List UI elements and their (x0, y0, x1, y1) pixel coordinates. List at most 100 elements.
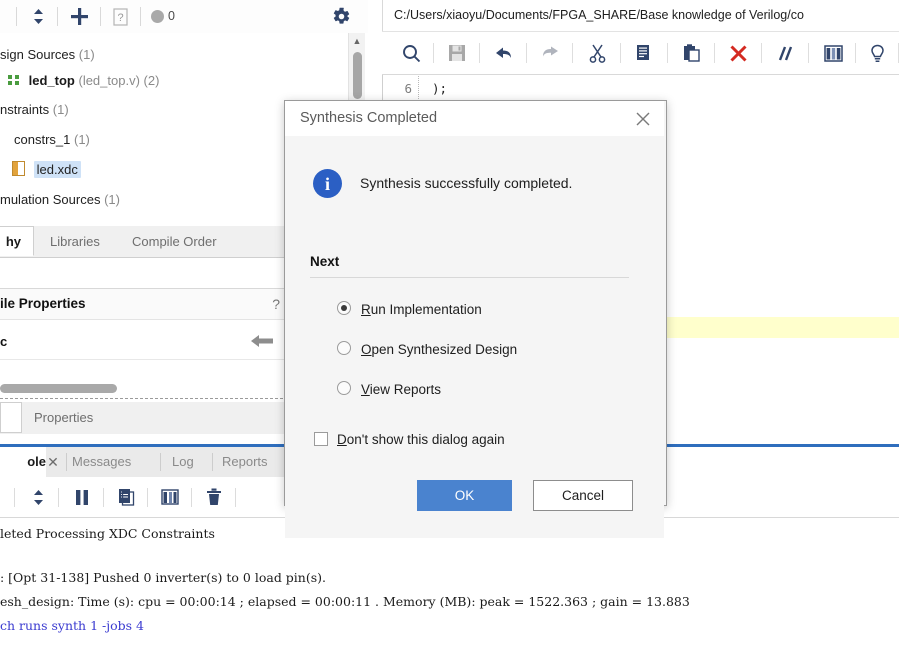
mnemonic-letter: R (361, 302, 371, 317)
tree-row[interactable]: nstraints (1) (0, 99, 69, 121)
tab-label: Reports (222, 454, 268, 469)
radio-indicator[interactable] (337, 341, 351, 355)
sources-toolbar: ? 0 (0, 0, 368, 34)
copy-icon[interactable] (108, 477, 144, 517)
svg-text:?: ? (117, 12, 123, 24)
tab-label: Log (172, 454, 194, 469)
collapse-expand-icon[interactable] (22, 0, 54, 33)
close-icon[interactable]: ✕ (44, 447, 62, 477)
console-log-line: : [Opt 31-138] Pushed 0 inverter(s) to 0… (0, 570, 326, 585)
comment-icon[interactable] (766, 32, 804, 74)
tree-item-label: constrs_1 (14, 132, 71, 147)
synthesis-completed-dialog: Synthesis Completed i Synthesis successf… (284, 100, 667, 538)
tree-row[interactable]: mulation Sources (1) (0, 189, 120, 211)
help-icon[interactable]: ? (272, 289, 280, 319)
checkbox-label: Don't show this dialog again (337, 430, 505, 450)
radio-label: Run Implementation (361, 300, 482, 320)
radio-indicator[interactable] (337, 381, 351, 395)
dialog-title-bar: Synthesis Completed (285, 101, 664, 137)
tree-item-label: mulation Sources (0, 192, 101, 207)
label-rest: pen Synthesized Design (371, 342, 518, 357)
label-rest: on't show this dialog again (346, 432, 505, 447)
save-icon[interactable] (438, 32, 476, 74)
copy-icon[interactable] (625, 32, 663, 74)
tab-label: Messages (72, 454, 132, 469)
cancel-button[interactable]: Cancel (533, 480, 633, 511)
search-icon[interactable] (392, 32, 430, 74)
dialog-message: Synthesis successfully completed. (360, 175, 573, 191)
help-document-icon[interactable]: ? (105, 0, 135, 33)
tab-compile-order[interactable]: Compile Order (120, 226, 229, 257)
editor-toolbar (382, 31, 899, 75)
checkbox-indicator[interactable] (314, 432, 328, 446)
paste-icon[interactable] (672, 32, 710, 74)
tab-strip-stub (0, 402, 22, 433)
mnemonic-letter: O (361, 342, 372, 357)
dialog-body: i Synthesis successfully completed. Next… (285, 136, 664, 538)
tree-item-label: led.xdc (33, 161, 81, 178)
tab-label: Compile Order (132, 234, 217, 249)
settings-gear-icon[interactable] (325, 0, 357, 33)
tree-item-filename: (led_top.v) (78, 73, 140, 88)
radio-indicator[interactable] (337, 301, 351, 315)
scroll-up-icon[interactable]: ▲ (349, 33, 365, 49)
clear-trash-icon[interactable] (196, 477, 232, 517)
tab-properties[interactable]: Properties (22, 402, 105, 433)
cut-icon[interactable] (578, 32, 616, 74)
xdc-file-icon (12, 161, 25, 176)
tree-row[interactable]: sign Sources (1) (0, 44, 95, 66)
tab-tcl-console[interactable]: ole (0, 447, 46, 477)
tree-item-label: led_top (28, 73, 75, 88)
tab-hierarchy[interactable]: hy (0, 226, 34, 256)
table-icon[interactable] (152, 477, 188, 517)
tab-messages[interactable]: Messages (72, 447, 131, 477)
console-log-line: esh_design: Time (s): cpu = 00:00:14 ; e… (0, 594, 690, 609)
radio-label: View Reports (361, 380, 441, 400)
radio-label: Open Synthesized Design (361, 340, 517, 360)
collapse-expand-icon[interactable] (20, 477, 56, 517)
editor-path-bar: C:/Users/xiaoyu/Documents/FPGA_SHARE/Bas… (382, 0, 899, 31)
redo-icon[interactable] (531, 32, 569, 74)
label-rest: iew Reports (369, 382, 442, 397)
tree-row[interactable]: led.xdc (0, 159, 81, 181)
console-log-line: ch runs synth 1 -jobs 4 (0, 618, 144, 633)
section-divider (310, 277, 629, 278)
undo-icon[interactable] (484, 32, 522, 74)
console-log-line: leted Processing XDC Constraints (0, 526, 215, 541)
bulb-icon[interactable] (860, 32, 894, 74)
mnemonic-letter: V (361, 382, 370, 397)
close-icon[interactable] (630, 107, 656, 131)
mnemonic-letter: D (337, 432, 347, 447)
columns-icon[interactable] (814, 32, 852, 74)
tab-label: hy (5, 234, 21, 249)
tab-label: Libraries (50, 234, 100, 249)
tab-reports[interactable]: Reports (222, 447, 268, 477)
tree-item-count: (1) (78, 47, 95, 62)
file-path-label: C:/Users/xiaoyu/Documents/FPGA_SHARE/Bas… (394, 8, 804, 22)
ok-button[interactable]: OK (417, 480, 512, 511)
code-line: ); (432, 81, 448, 96)
tree-row[interactable]: constrs_1 (1) (0, 129, 90, 151)
message-count-icon[interactable] (148, 0, 166, 33)
scrollbar-thumb[interactable] (0, 384, 117, 393)
tab-log[interactable]: Log (172, 447, 194, 477)
message-count-label: 0 (168, 9, 175, 23)
tree-item-count: (1) (52, 102, 69, 117)
scrollbar-thumb[interactable] (353, 52, 362, 99)
tab-libraries[interactable]: Libraries (38, 226, 112, 257)
tree-item-count: (1) (104, 192, 120, 207)
tree-row[interactable]: led_top (led_top.v) (2) (0, 70, 159, 92)
module-icon (8, 75, 20, 86)
tree-item-label: sign Sources (0, 47, 76, 62)
dialog-title: Synthesis Completed (300, 110, 438, 126)
file-name-value: c (0, 334, 8, 349)
back-arrow-icon[interactable] (249, 332, 275, 350)
info-letter: i (324, 173, 330, 194)
delete-icon[interactable] (719, 32, 757, 74)
pause-icon[interactable] (64, 477, 100, 517)
tree-item-label: nstraints (0, 102, 50, 117)
panel-title: ile Properties (0, 296, 86, 311)
divider (382, 0, 383, 31)
dialog-footer: OK Cancel (285, 480, 664, 538)
add-sources-icon[interactable] (62, 0, 96, 33)
